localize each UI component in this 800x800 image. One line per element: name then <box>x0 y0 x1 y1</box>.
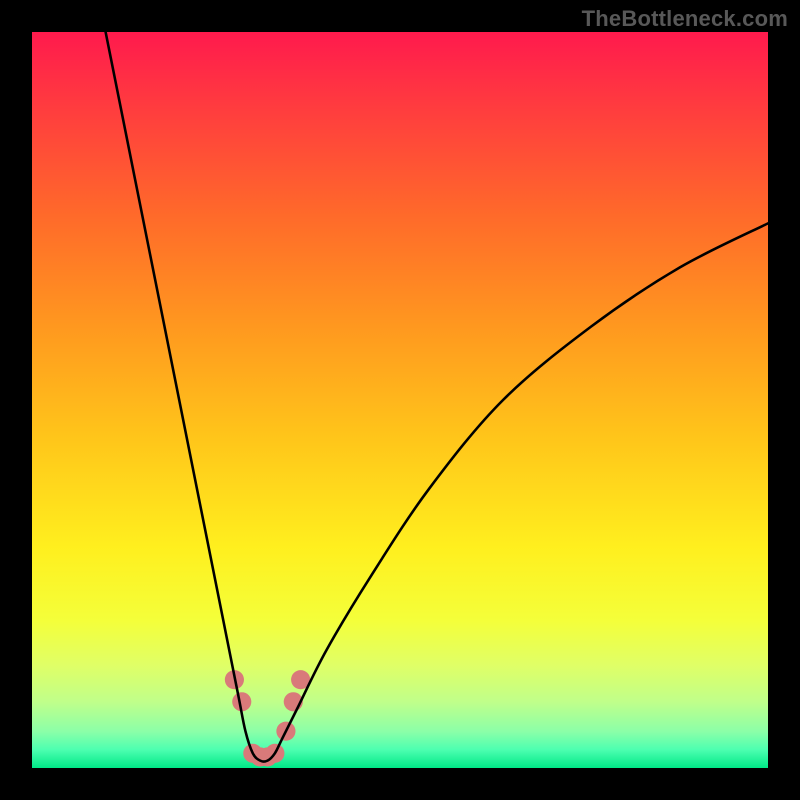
curve-layer <box>32 32 768 768</box>
bottleneck-curve <box>106 32 768 762</box>
watermark-text: TheBottleneck.com <box>582 6 788 32</box>
chart-frame: TheBottleneck.com <box>0 0 800 800</box>
highlight-markers <box>225 670 310 766</box>
plot-area <box>32 32 768 768</box>
